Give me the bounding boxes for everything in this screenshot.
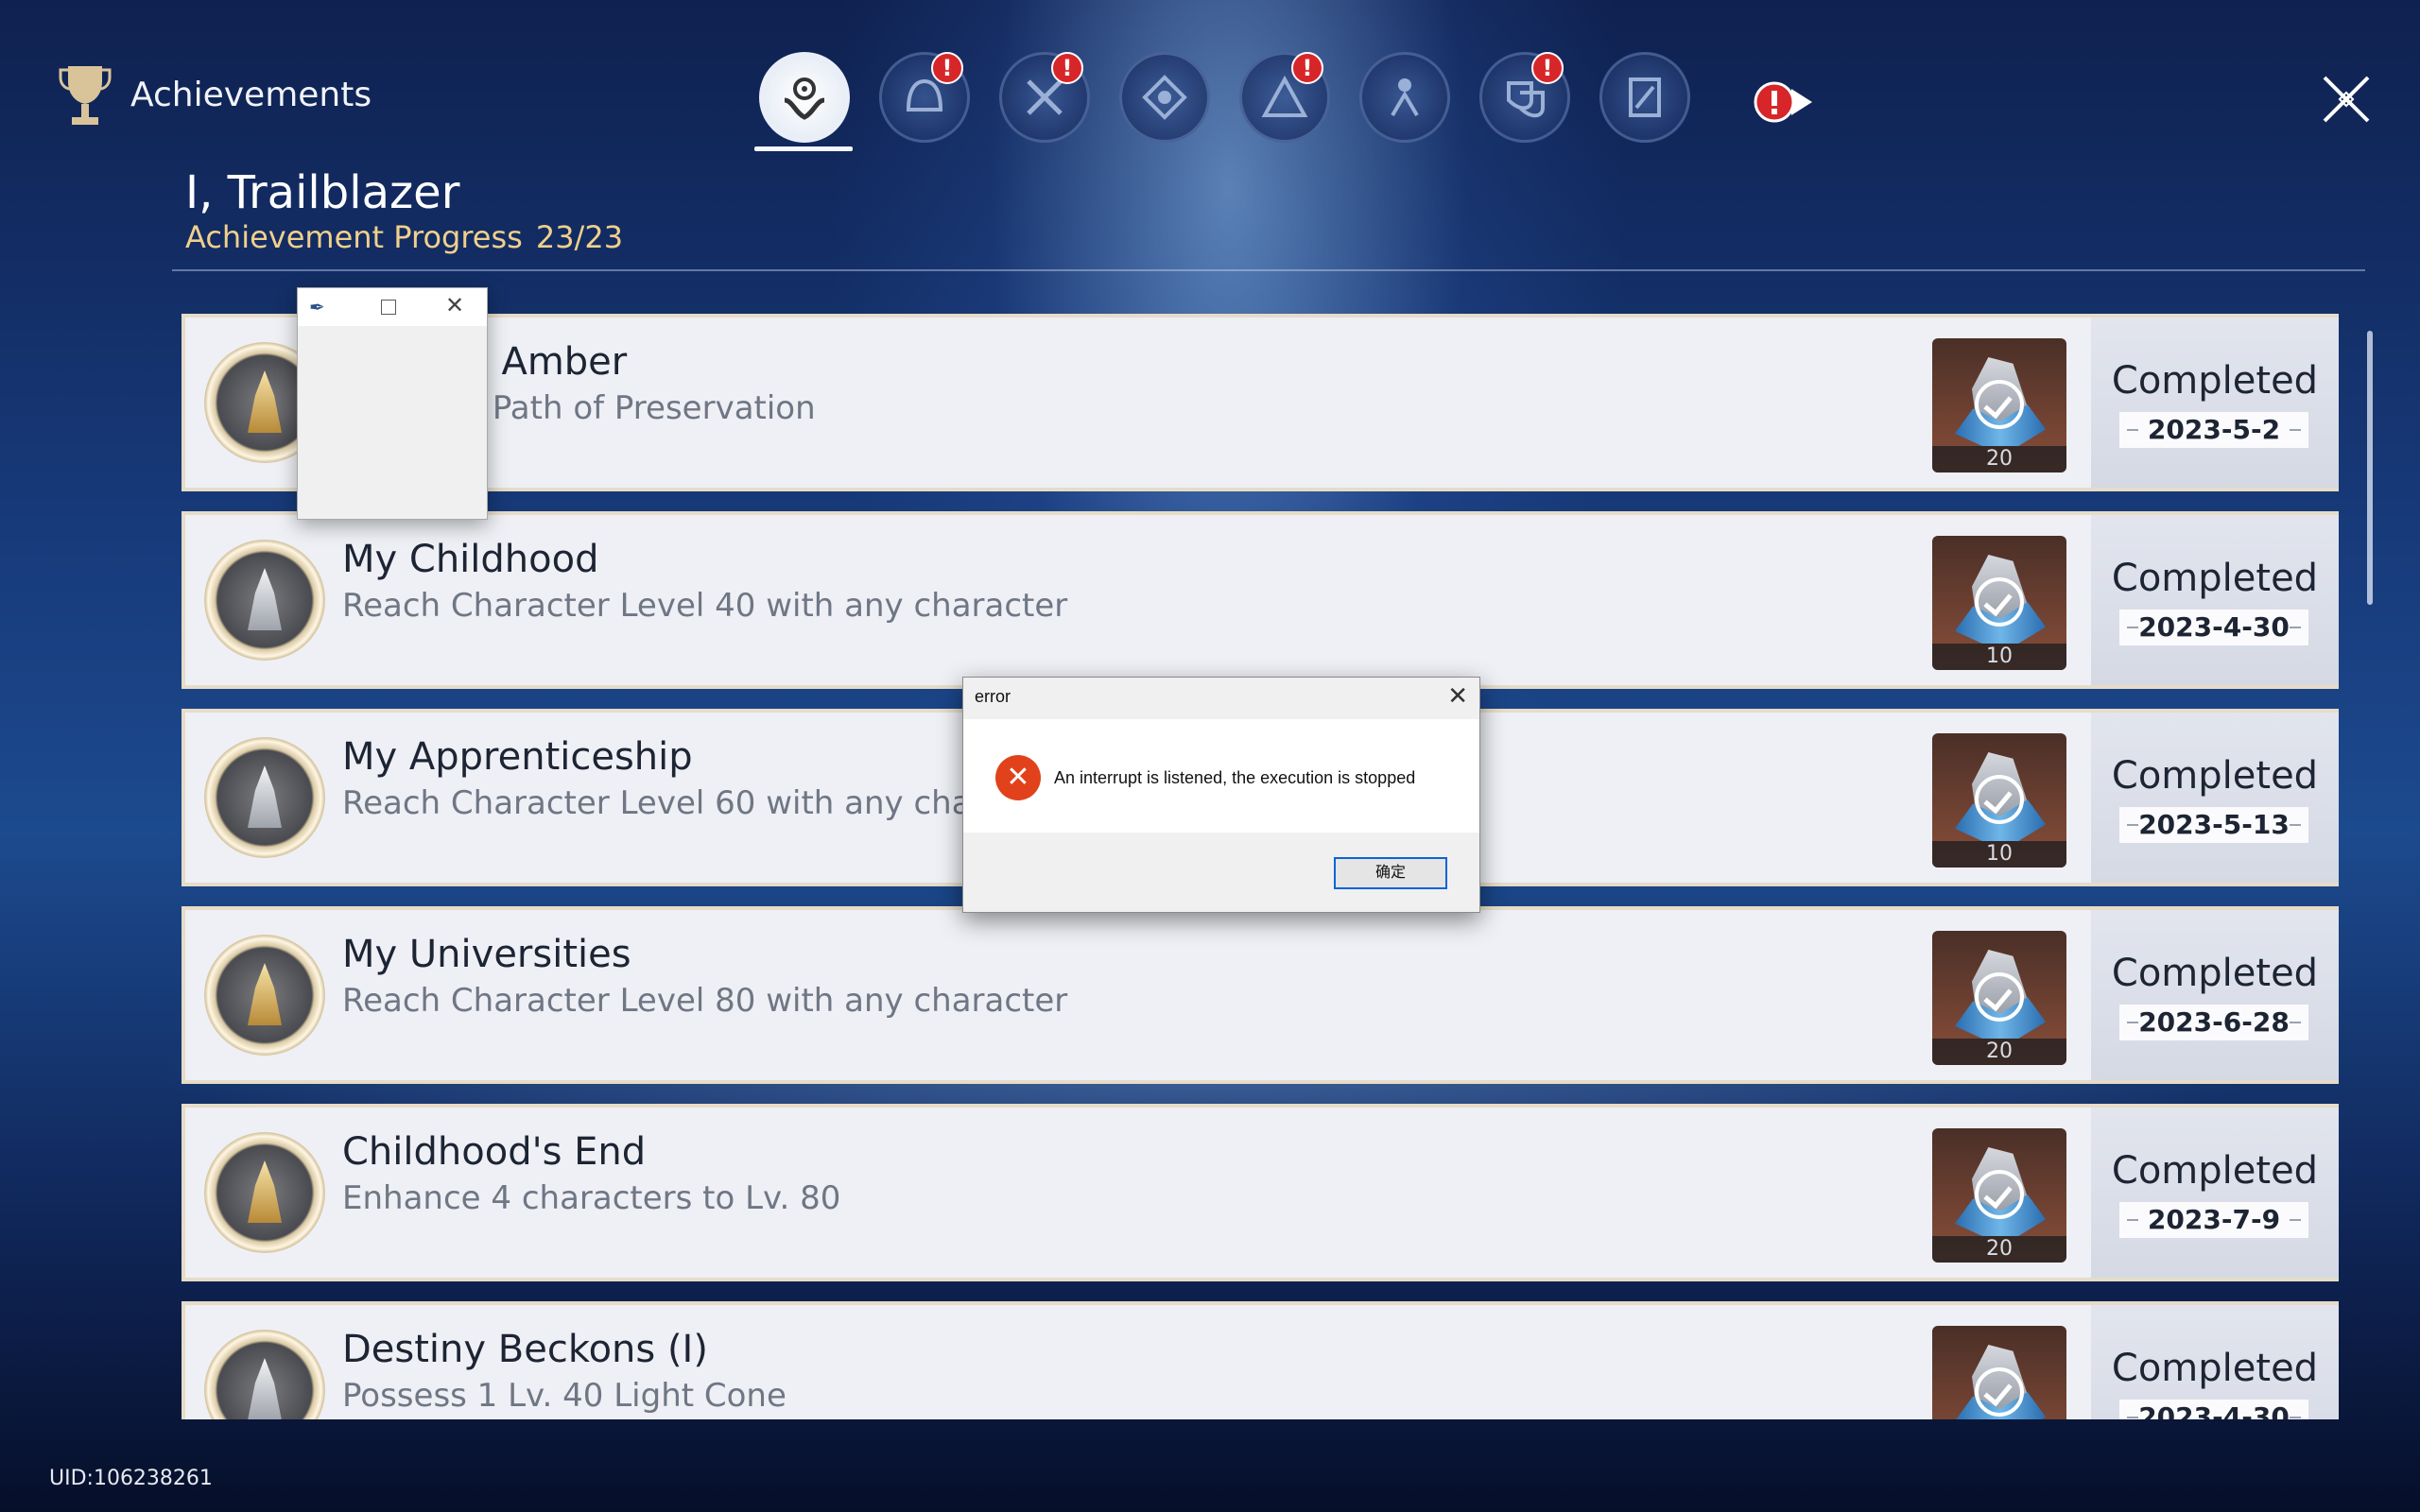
notification-badge: ! [1531, 52, 1564, 84]
notification-badge: ! [1291, 52, 1323, 84]
status-text: Completed [2111, 754, 2319, 798]
blank-window: ✒ ✕ [297, 287, 488, 520]
achievement-row[interactable]: Burning Amber Walk the Path of Preservat… [182, 314, 2339, 491]
completion-date: 2023-6-28 [2119, 1005, 2308, 1040]
tab-6[interactable] [1359, 52, 1450, 143]
achievement-description: Enhance 4 characters to Lv. 80 [342, 1179, 841, 1217]
status-text: Completed [2111, 1347, 2319, 1390]
completion-date: 2023-5-13 [2119, 807, 2308, 843]
figure-icon [1391, 78, 1419, 117]
user-uid: UID:106238261 [49, 1467, 213, 1490]
dialog-body: ✕ An interrupt is listened, the executio… [963, 719, 1479, 833]
dialog-close-icon[interactable]: ✕ [1447, 681, 1468, 711]
journal-icon [1629, 77, 1661, 117]
achievement-medal-icon [204, 540, 325, 661]
status-text: Completed [2111, 359, 2319, 403]
achievement-medal-icon [204, 1330, 325, 1419]
achievement-description: Reach Character Level 80 with any charac… [342, 982, 1068, 1020]
status-text: Completed [2111, 1149, 2319, 1193]
status-panel: Completed 2023-5-13 [2091, 713, 2339, 883]
notification-badge: ! [1051, 52, 1083, 84]
dialog-title: error [975, 687, 1011, 706]
ok-button[interactable]: 确定 [1334, 857, 1447, 889]
reward-count: 20 [1932, 1039, 2066, 1065]
reward-jade-icon: 10 [1932, 733, 2066, 868]
section-title: Achievements [130, 76, 372, 114]
achievement-medal-icon [204, 935, 325, 1056]
reward-jade-icon [1932, 1326, 2066, 1419]
diamond-emblem-icon [1142, 75, 1187, 120]
error-dialog: error ✕ ✕ An interrupt is listened, the … [962, 677, 1480, 913]
reward-count: 20 [1932, 446, 2066, 472]
completion-date: 2023-7-9 [2119, 1202, 2308, 1238]
status-panel: Completed 2023-7-9 [2091, 1108, 2339, 1278]
reward-count: 20 [1932, 1236, 2066, 1263]
completion-date: 2023-4-30 [2119, 610, 2308, 645]
achievement-medal-icon [204, 1132, 325, 1253]
completion-date: 2023-4-30 [2119, 1400, 2308, 1419]
category-title: I, Trailblazer [185, 166, 460, 219]
achievement-title: My Universities [342, 933, 631, 976]
error-icon: ✕ [995, 755, 1041, 800]
trailblazer-hands-icon [784, 77, 825, 120]
achievement-row[interactable]: Destiny Beckons (I) Possess 1 Lv. 40 Lig… [182, 1301, 2339, 1419]
notification-badge: ! [931, 52, 963, 84]
achievement-title: Destiny Beckons (I) [342, 1328, 708, 1371]
tab-8[interactable] [1599, 52, 1690, 143]
achievement-row[interactable]: My Childhood Reach Character Level 40 wi… [182, 511, 2339, 689]
reward-jade-icon: 20 [1932, 338, 2066, 472]
achievement-description: Possess 1 Lv. 40 Light Cone [342, 1377, 786, 1415]
active-tab-indicator [754, 146, 853, 151]
achievement-title: Childhood's End [342, 1130, 647, 1174]
reward-count: 10 [1932, 644, 2066, 670]
achievement-description: Reach Character Level 60 with any charac… [342, 784, 1068, 822]
alert-play-icon[interactable] [1754, 81, 1814, 123]
window-close-icon[interactable]: ✕ [445, 292, 464, 318]
achievement-description: Reach Character Level 40 with any charac… [342, 587, 1068, 625]
dialog-message: An interrupt is listened, the execution … [1054, 768, 1416, 787]
tab-4[interactable] [1119, 52, 1210, 143]
top-bar: Achievements ! ! ! ! [0, 0, 2420, 189]
status-panel: Completed 2023-5-2 [2091, 318, 2339, 488]
achievement-progress: Achievement Progress 23/23 [185, 219, 623, 255]
achievement-title: My Childhood [342, 538, 599, 581]
window-titlebar: ✒ ✕ [298, 288, 487, 326]
reward-count: 10 [1932, 841, 2066, 868]
reward-jade-icon: 10 [1932, 536, 2066, 670]
progress-value: 23/23 [535, 219, 624, 255]
achievement-row[interactable]: My Universities Reach Character Level 80… [182, 906, 2339, 1084]
progress-label: Achievement Progress [185, 219, 523, 255]
achievement-row[interactable]: Childhood's End Enhance 4 characters to … [182, 1104, 2339, 1281]
feather-icon: ✒ [309, 296, 325, 318]
status-panel: Completed 2023-6-28 [2091, 910, 2339, 1080]
close-icon[interactable] [2321, 74, 2372, 125]
reward-jade-icon: 20 [1932, 1128, 2066, 1263]
status-text: Completed [2111, 557, 2319, 600]
status-panel: Completed 2023-4-30 [2091, 1305, 2339, 1419]
status-panel: Completed 2023-4-30 [2091, 515, 2339, 685]
status-text: Completed [2111, 952, 2319, 995]
achievement-medal-icon [204, 737, 325, 858]
reward-jade-icon: 20 [1932, 931, 2066, 1065]
list-scrollbar[interactable] [2367, 331, 2373, 605]
tab-trailblazer[interactable] [759, 52, 850, 143]
completion-date: 2023-5-2 [2119, 412, 2308, 448]
maximize-icon[interactable] [381, 300, 396, 315]
header-divider [172, 269, 2365, 271]
trophy-icon [59, 66, 112, 125]
achievement-title: My Apprenticeship [342, 735, 693, 779]
